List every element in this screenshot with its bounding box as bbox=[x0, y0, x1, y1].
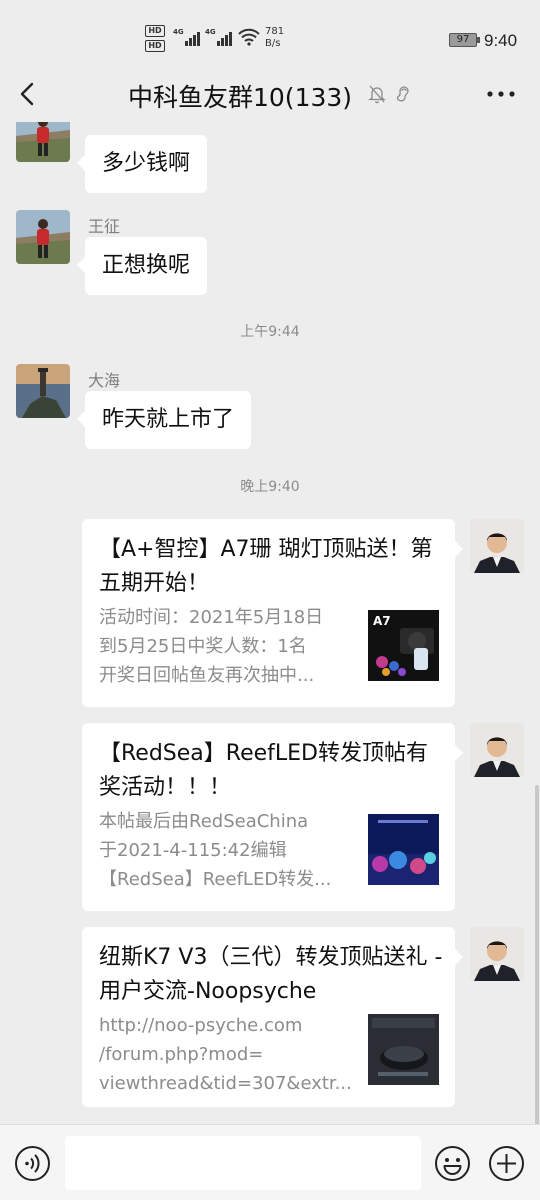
link-card-desc-line: 活动时间：2021年5月18日 bbox=[99, 607, 324, 628]
message-bubble[interactable]: 多少钱啊 bbox=[76, 135, 208, 193]
message-list[interactable]: 多少钱啊 王征 正想换呢 上午9:44 大海 昨天就上市了 晚上9:40 【A+… bbox=[0, 122, 540, 1124]
link-card-desc-line: http://noo-psyche.com bbox=[99, 1015, 303, 1036]
scrollbar[interactable] bbox=[535, 785, 539, 1125]
link-card-desc-line: 本帖最后由RedSeaChina bbox=[99, 811, 309, 832]
chat-title: 中科鱼友群10(133) bbox=[128, 83, 353, 112]
link-card-desc-line: viewthread&tid=307&extr... bbox=[99, 1073, 352, 1094]
thumbnail-label: A7 bbox=[373, 614, 391, 628]
avatar[interactable] bbox=[16, 364, 70, 418]
my-avatar[interactable] bbox=[470, 723, 524, 777]
more-dots-icon[interactable] bbox=[486, 90, 516, 98]
speed-value: 781 bbox=[265, 26, 285, 37]
message-input[interactable] bbox=[65, 1136, 421, 1190]
hd-voice-indicators: HD HD bbox=[145, 25, 167, 55]
my-avatar[interactable] bbox=[470, 927, 524, 981]
link-card-thumbnail bbox=[368, 814, 439, 885]
speed-unit: B/s bbox=[265, 38, 281, 49]
network-type: 4G bbox=[205, 28, 216, 36]
link-card-title: 【A+智控】A7珊 瑚灯顶贴送！第五期开始！ bbox=[99, 537, 433, 596]
link-card-thumbnail bbox=[368, 1014, 439, 1085]
link-card-thumbnail: A7 bbox=[368, 610, 439, 681]
link-card-title: 【RedSea】ReefLED转发顶帖有奖活动！！！ bbox=[99, 741, 428, 800]
status-bar: HD HD 4G 4G 781 B/s 97 9:40 bbox=[0, 0, 540, 66]
network-type: 4G bbox=[173, 28, 184, 36]
network-speed: 781 B/s bbox=[265, 26, 284, 50]
emoji-icon[interactable] bbox=[434, 1145, 471, 1182]
avatar[interactable] bbox=[16, 210, 70, 264]
link-card-description: http://noo-psyche.com /forum.php?mod= vi… bbox=[99, 1011, 354, 1098]
ear-icon bbox=[396, 86, 409, 102]
avatar[interactable] bbox=[16, 122, 70, 162]
signal-icon: 4G bbox=[173, 28, 201, 46]
battery-level: 97 bbox=[456, 34, 470, 45]
link-card-description: 本帖最后由RedSeaChina 于2021-4-115:42编辑 【RedSe… bbox=[99, 807, 354, 894]
battery-icon: 97 bbox=[449, 33, 480, 47]
link-card[interactable]: 【RedSea】ReefLED转发顶帖有奖活动！！！ 本帖最后由RedSeaCh… bbox=[82, 723, 463, 911]
voice-icon[interactable] bbox=[14, 1145, 51, 1182]
message-bubble[interactable]: 正想换呢 bbox=[76, 237, 208, 295]
link-card[interactable]: 【A+智控】A7珊 瑚灯顶贴送！第五期开始！ 活动时间：2021年5月18日 到… bbox=[82, 519, 463, 707]
link-card-desc-line: 【RedSea】ReefLED转发... bbox=[99, 869, 332, 890]
signal-icon: 4G bbox=[205, 28, 233, 46]
my-avatar[interactable] bbox=[470, 519, 524, 573]
link-card-desc-line: 到5月25日中奖人数：1名 bbox=[99, 636, 307, 657]
link-card-desc-line: 开奖日回帖鱼友再次抽中... bbox=[99, 665, 315, 686]
link-card-desc-line: 于2021-4-115:42编辑 bbox=[99, 840, 287, 861]
hd-badge: HD bbox=[145, 25, 165, 37]
bell-off-icon bbox=[368, 85, 386, 104]
time-separator: 上午9:44 bbox=[240, 324, 300, 340]
message-bubble[interactable]: 昨天就上市了 bbox=[76, 391, 252, 449]
sender-name: 王征 bbox=[88, 217, 121, 236]
link-card-title: 纽斯K7 V3（三代）转发顶贴送礼 - 用户交流-Noopsyche bbox=[99, 945, 443, 1004]
link-card-description: 活动时间：2021年5月18日 到5月25日中奖人数：1名 开奖日回帖鱼友再次抽… bbox=[99, 603, 354, 690]
time-separator: 晚上9:40 bbox=[240, 479, 300, 495]
chevron-left-icon[interactable] bbox=[16, 80, 40, 108]
hd-badge: HD bbox=[145, 40, 165, 52]
status-time: 9:40 bbox=[484, 31, 518, 50]
sender-name: 大海 bbox=[88, 371, 121, 390]
link-card-desc-line: /forum.php?mod= bbox=[99, 1044, 264, 1065]
chat-header: 中科鱼友群10(133) bbox=[0, 66, 540, 122]
wifi-icon bbox=[238, 28, 260, 46]
input-bar bbox=[0, 1124, 540, 1200]
link-card[interactable]: 纽斯K7 V3（三代）转发顶贴送礼 - 用户交流-Noopsyche http:… bbox=[82, 927, 463, 1107]
plus-circle-icon[interactable] bbox=[488, 1145, 525, 1182]
